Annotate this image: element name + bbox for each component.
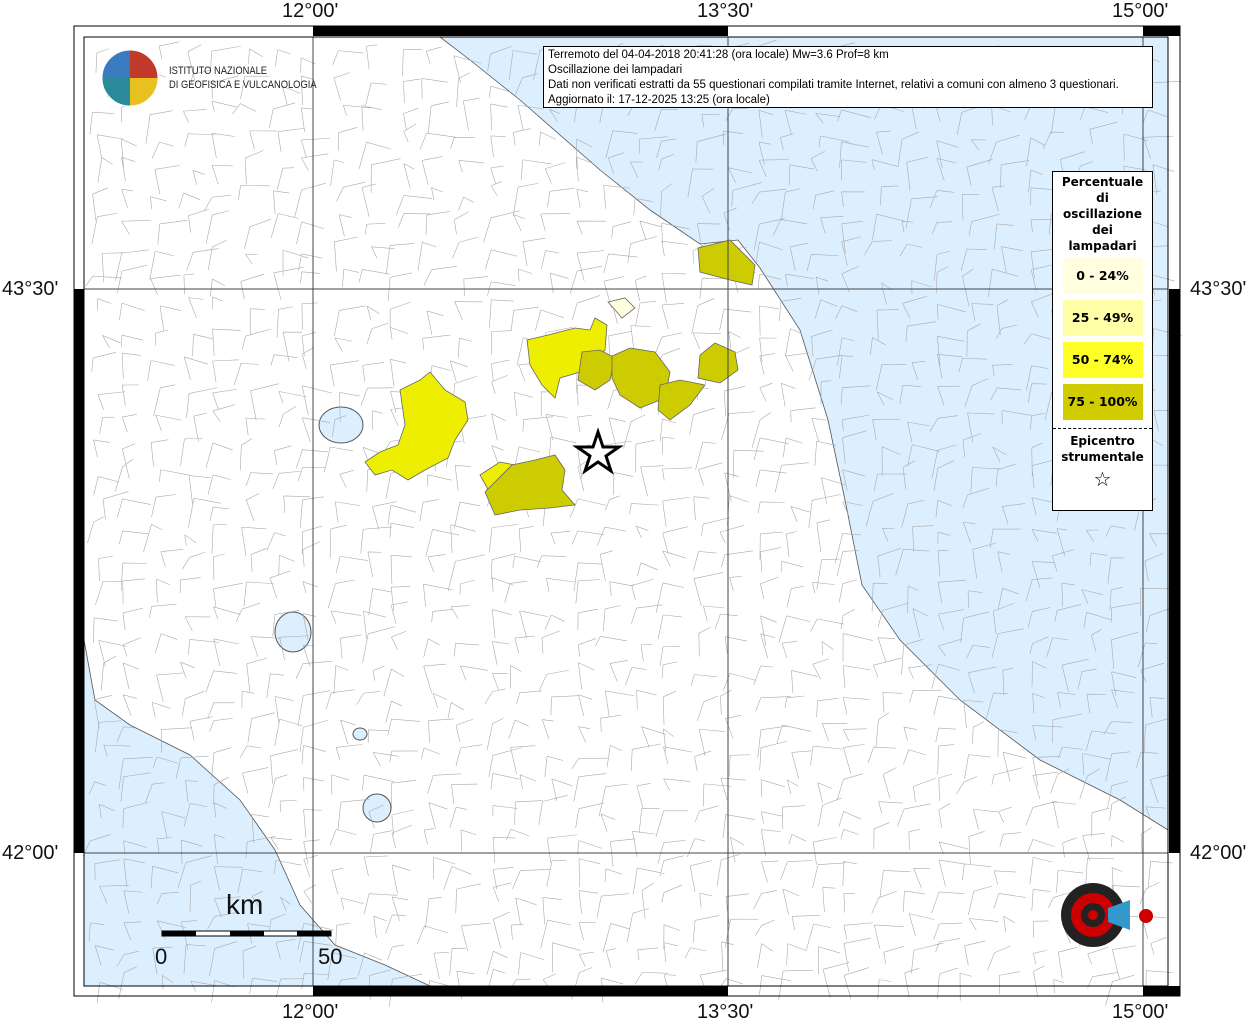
legend-title: dei — [1092, 223, 1113, 237]
lon-label-13-30-bottom: 13°30' — [697, 1001, 754, 1023]
lat-label-42-00-right: 42°00' — [1190, 842, 1247, 864]
map[interactable] — [0, 0, 1255, 1024]
scale-end: 50 — [318, 944, 343, 969]
legend-title: lampadari — [1068, 239, 1137, 253]
lon-label-13-30: 13°30' — [697, 0, 754, 22]
lake-bolsena — [274, 611, 312, 653]
scale-bar — [161, 930, 332, 937]
legend-epicenter-label: strumentale — [1061, 450, 1144, 464]
lake-vico — [352, 727, 368, 741]
legend-star-icon: ☆ — [1093, 467, 1112, 491]
event-line: Terremoto del 04-04-2018 20:41:28 (ora l… — [548, 49, 889, 61]
legend-class-0-24: 0 - 24% — [1062, 258, 1143, 294]
lon-label-12-00: 12°00' — [282, 0, 339, 22]
scale-unit: km — [226, 889, 264, 920]
scale-start: 0 — [155, 944, 168, 969]
map-type-line: Oscillazione dei lampadari — [548, 64, 683, 76]
lon-label-15-00: 15°00' — [1112, 0, 1169, 22]
lat-label-43-30: 43°30' — [2, 278, 59, 300]
ingv-logo — [100, 48, 160, 112]
lake-trasimeno — [318, 406, 364, 444]
data-note-line: Dati non verificati estratti da 55 quest… — [548, 79, 1119, 91]
lat-label-42-00: 42°00' — [2, 842, 59, 864]
ingv-name-line2: DI GEOFISICA E VULCANOLOGIA — [169, 79, 317, 91]
legend-title: oscillazione — [1063, 207, 1142, 221]
legend-epicenter-label: Epicentro — [1070, 434, 1135, 448]
lon-label-15-00-bottom: 15°00' — [1112, 1001, 1169, 1023]
legend-class-25-49: 25 - 49% — [1062, 300, 1143, 336]
legend-class-75-100: 75 - 100% — [1062, 384, 1143, 420]
lat-label-43-30-right: 43°30' — [1190, 278, 1247, 300]
info-box: Terremoto del 04-04-2018 20:41:28 (ora l… — [543, 46, 1153, 108]
legend: Percentuale di oscillazione dei lampadar… — [1052, 171, 1153, 511]
legend-title: Percentuale — [1061, 175, 1144, 189]
ingv-name-line1: ISTITUTO NAZIONALE — [169, 65, 268, 77]
lon-label-12-00-bottom: 12°00' — [282, 1001, 339, 1023]
legend-title: di — [1096, 191, 1109, 205]
legend-class-50-74: 50 - 74% — [1062, 342, 1143, 378]
updated-line: Aggiornato il: 17-12-2025 13:25 (ora loc… — [548, 94, 770, 106]
